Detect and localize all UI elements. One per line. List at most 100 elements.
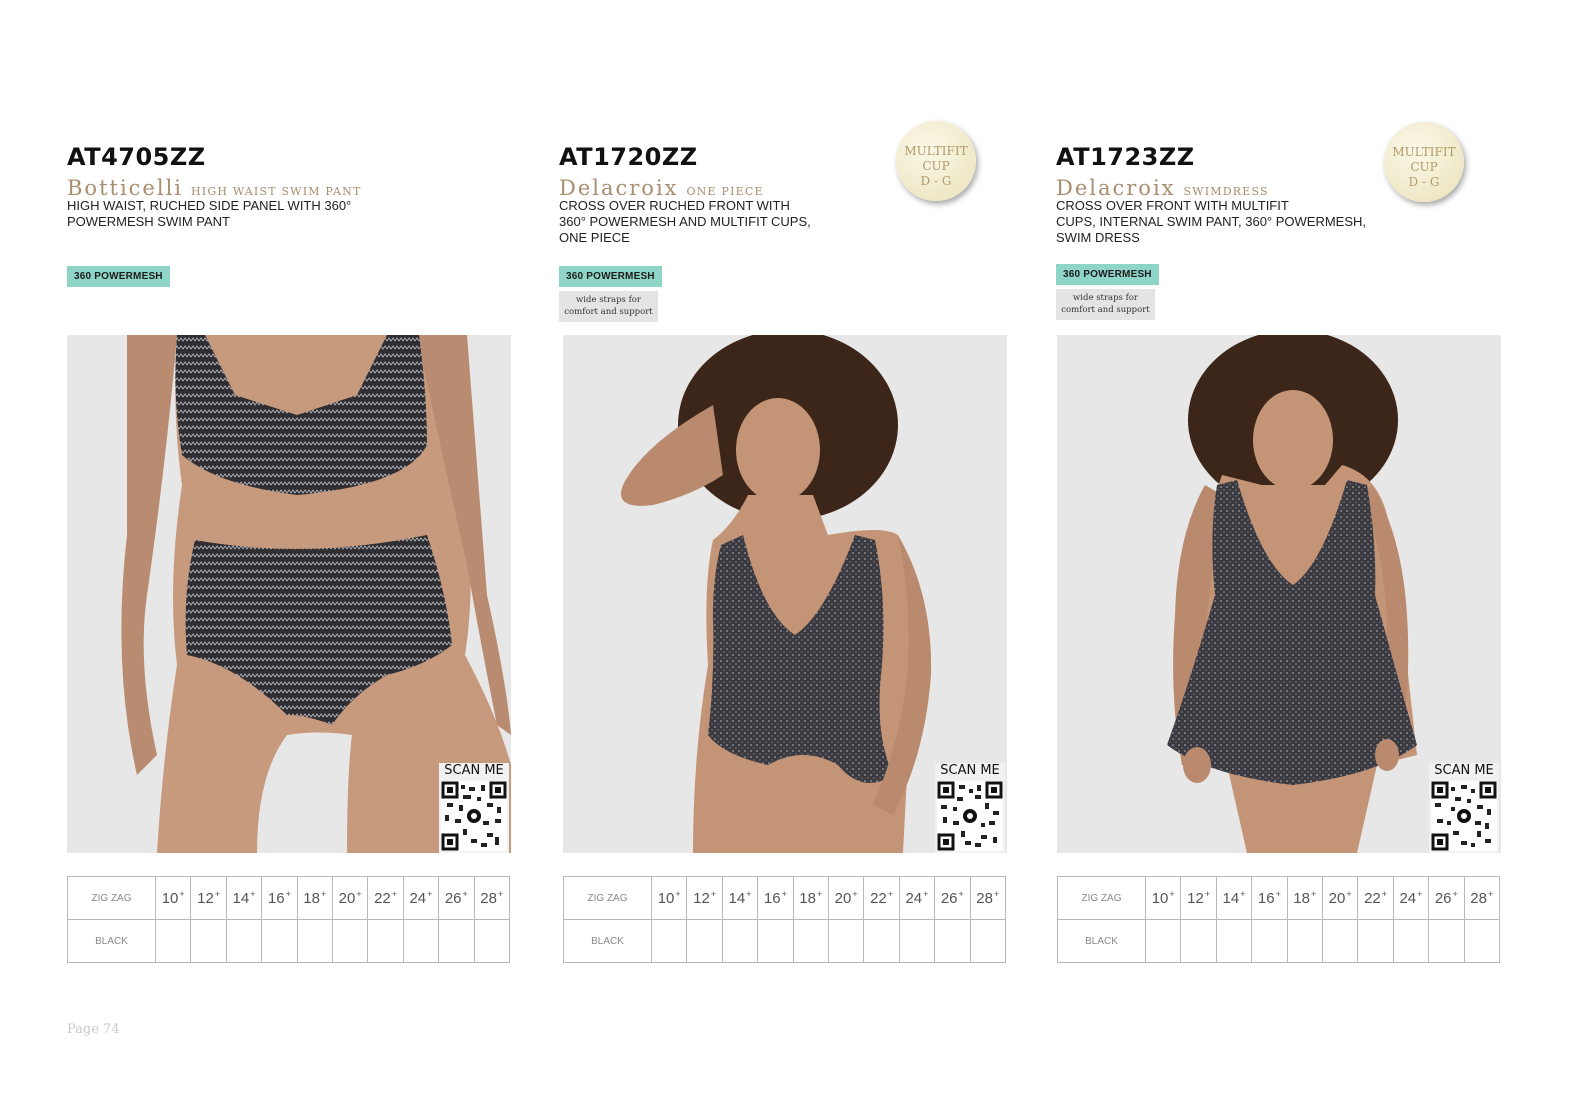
product-photo: SCAN ME [563,335,1007,853]
order-cell[interactable] [863,919,900,963]
order-cell[interactable] [650,919,688,963]
product-name-line: Delacroix ONE PIECE [559,176,764,200]
product-name: Botticelli [67,176,184,200]
product-name-line: Delacroix SWIMDRESS [1056,176,1269,200]
product-description: CROSS OVER RUCHED FRONT WITH 360° POWERM… [559,198,889,246]
table-row: BLACK [563,919,1007,963]
order-cell[interactable] [261,919,298,963]
qr-code-icon[interactable] [937,781,1003,851]
description-line: HIGH WAIST, RUCHED SIDE PANEL WITH 360° [67,198,352,213]
size-cell: 14+ [225,876,263,920]
order-cell[interactable] [934,919,971,963]
wide-straps-tag: wide straps for comfort and support [559,291,658,322]
description-line: SWIM DRESS [1056,230,1140,245]
scan-me-box[interactable]: SCAN ME [1429,763,1499,853]
scan-me-box[interactable]: SCAN ME [439,763,509,853]
description-line: CROSS OVER RUCHED FRONT WITH [559,198,790,213]
order-cell[interactable] [154,919,192,963]
scan-me-label: SCAN ME [1434,763,1494,778]
order-cell[interactable] [1286,919,1323,963]
order-cell[interactable] [190,919,227,963]
order-cell[interactable] [367,919,404,963]
size-cell: 26+ [934,876,971,920]
size-cell: 16+ [261,876,298,920]
scan-me-label: SCAN ME [940,763,1000,778]
product-code: AT1723ZZ [1056,143,1195,171]
order-cell[interactable] [1428,919,1465,963]
qr-code-icon[interactable] [441,781,507,851]
color-label: BLACK [1057,919,1146,963]
table-row: ZIG ZAG 10+ 12+ 14+ 16+ 18+ 20+ 22+ 24+ … [563,876,1007,920]
color-label: BLACK [67,919,156,963]
order-cell[interactable] [1463,919,1501,963]
description-line: ONE PIECE [559,230,630,245]
order-cell[interactable] [1180,919,1217,963]
order-cell[interactable] [969,919,1007,963]
order-cell[interactable] [1144,919,1182,963]
order-cell[interactable] [225,919,263,963]
color-label: ZIG ZAG [1057,876,1146,920]
size-cell: 18+ [296,876,333,920]
order-cell[interactable] [473,919,511,963]
order-cell[interactable] [1215,919,1253,963]
product-code: AT4705ZZ [67,143,206,171]
qr-code-icon[interactable] [1431,781,1497,851]
order-cell[interactable] [792,919,829,963]
order-cell[interactable] [296,919,333,963]
order-cell[interactable] [827,919,865,963]
order-cell[interactable] [721,919,759,963]
product-name: Delacroix [1056,176,1176,200]
wide-straps-tag: wide straps for comfort and support [1056,289,1155,320]
size-cell: 14+ [1215,876,1253,920]
order-cell[interactable] [331,919,369,963]
size-cell: 16+ [1251,876,1288,920]
order-cell[interactable] [898,919,936,963]
size-color-grid: ZIG ZAG 10+ 12+ 14+ 16+ 18+ 20+ 22+ 24+ … [1057,876,1501,963]
description-line: POWERMESH SWIM PANT [67,214,230,229]
size-cell: 24+ [1392,876,1430,920]
order-cell[interactable] [1321,919,1359,963]
order-cell[interactable] [1392,919,1430,963]
table-row: BLACK [67,919,511,963]
multifit-cup-badge: MULTIFIT CUP D - G [1384,122,1464,202]
size-cell: 10+ [650,876,688,920]
table-row: BLACK [1057,919,1501,963]
description-line: CROSS OVER FRONT WITH MULTIFIT [1056,198,1289,213]
product-card-at1723zz: AT1723ZZ Delacroix SWIMDRESS CROSS OVER F… [1056,0,1504,1117]
size-cell: 20+ [331,876,369,920]
size-cell: 12+ [1180,876,1217,920]
page-number: Page 74 [67,1022,120,1037]
order-cell[interactable] [757,919,794,963]
order-cell[interactable] [402,919,440,963]
size-color-grid: ZIG ZAG 10+ 12+ 14+ 16+ 18+ 20+ 22+ 24+ … [67,876,511,963]
size-color-grid: ZIG ZAG 10+ 12+ 14+ 16+ 18+ 20+ 22+ 24+ … [563,876,1007,963]
product-description: CROSS OVER FRONT WITH MULTIFIT CUPS, INT… [1056,198,1386,246]
order-cell[interactable] [1357,919,1394,963]
order-cell[interactable] [686,919,723,963]
order-cell[interactable] [438,919,475,963]
size-cell: 26+ [438,876,475,920]
feature-tag-powermesh: 360 POWERMESH [559,266,662,287]
product-name-line: Botticelli HIGH WAIST SWIM PANT [67,176,362,200]
table-row: ZIG ZAG 10+ 12+ 14+ 16+ 18+ 20+ 22+ 24+ … [1057,876,1501,920]
size-cell: 24+ [898,876,936,920]
product-photo: SCAN ME [1057,335,1501,853]
product-card-at1720zz: AT1720ZZ Delacroix ONE PIECE CROSS OVER R… [559,0,1007,1117]
product-name: Delacroix [559,176,679,200]
size-cell: 16+ [757,876,794,920]
scan-me-box[interactable]: SCAN ME [935,763,1005,853]
product-card-at4705zz: AT4705ZZ Botticelli HIGH WAIST SWIM PANT … [67,0,515,1117]
description-line: CUPS, INTERNAL SWIM PANT, 360° POWERMESH… [1056,214,1367,229]
multifit-cup-badge: MULTIFIT CUP D - G [896,121,976,201]
size-cell: 10+ [1144,876,1182,920]
color-label: ZIG ZAG [563,876,652,920]
product-description: HIGH WAIST, RUCHED SIDE PANEL WITH 360° … [67,198,397,230]
product-type: ONE PIECE [686,185,764,198]
size-cell: 12+ [686,876,723,920]
product-type: SWIMDRESS [1183,185,1269,198]
size-cell: 18+ [792,876,829,920]
order-cell[interactable] [1251,919,1288,963]
size-cell: 24+ [402,876,440,920]
size-cell: 12+ [190,876,227,920]
color-label: BLACK [563,919,652,963]
